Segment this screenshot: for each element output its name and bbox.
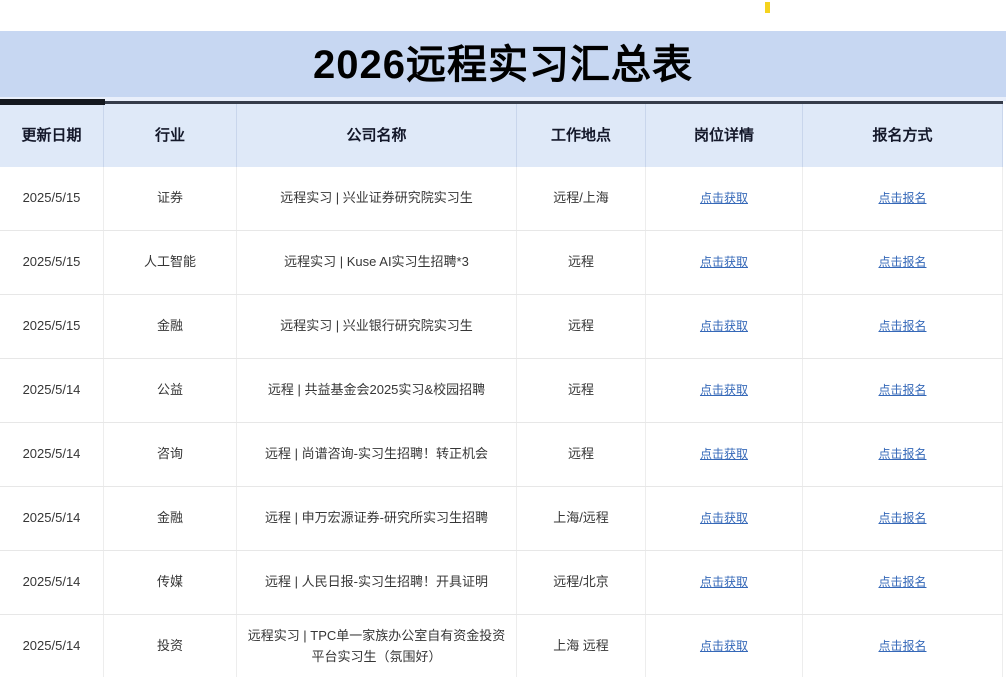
column-header-apply: 报名方式 (803, 104, 1003, 167)
first-column-accent-border (0, 99, 105, 105)
table-row: 2025/5/15 金融 远程实习 | 兴业银行研究院实习生 远程 点击获取 点… (0, 295, 1003, 359)
cell-company: 远程实习 | 兴业证券研究院实习生 (237, 167, 517, 230)
detail-link[interactable]: 点击获取 (700, 445, 748, 464)
cell-industry: 金融 (104, 295, 237, 358)
page-title: 2026远程实习汇总表 (313, 43, 693, 85)
apply-link[interactable]: 点击报名 (878, 573, 926, 592)
apply-link[interactable]: 点击报名 (878, 445, 926, 464)
cell-date: 2025/5/15 (0, 167, 104, 230)
cell-industry: 证券 (104, 167, 237, 230)
apply-link[interactable]: 点击报名 (878, 381, 926, 400)
apply-link[interactable]: 点击报名 (878, 317, 926, 336)
column-header-update-date: 更新日期 (0, 104, 104, 167)
apply-link[interactable]: 点击报名 (878, 509, 926, 528)
column-header-industry: 行业 (104, 104, 237, 167)
table-row: 2025/5/14 传媒 远程 | 人民日报-实习生招聘！开具证明 远程/北京 … (0, 551, 1003, 615)
table-row: 2025/5/15 证券 远程实习 | 兴业证券研究院实习生 远程/上海 点击获… (0, 167, 1003, 231)
detail-link[interactable]: 点击获取 (700, 637, 748, 656)
table-row: 2025/5/14 咨询 远程 | 尚谱咨询-实习生招聘！转正机会 远程 点击获… (0, 423, 1003, 487)
cell-company: 远程 | 尚谱咨询-实习生招聘！转正机会 (237, 423, 517, 486)
table-header-row: 更新日期 行业 公司名称 工作地点 岗位详情 报名方式 (0, 104, 1003, 167)
cell-location: 上海 远程 (517, 615, 646, 677)
detail-link[interactable]: 点击获取 (700, 253, 748, 272)
table-row: 2025/5/14 公益 远程 | 共益基金会2025实习&校园招聘 远程 点击… (0, 359, 1003, 423)
detail-link[interactable]: 点击获取 (700, 573, 748, 592)
cell-location: 远程 (517, 295, 646, 358)
cell-date: 2025/5/15 (0, 295, 104, 358)
cell-industry: 投资 (104, 615, 237, 677)
cell-date: 2025/5/14 (0, 615, 104, 677)
detail-link[interactable]: 点击获取 (700, 509, 748, 528)
cell-location: 远程/北京 (517, 551, 646, 614)
cell-industry: 公益 (104, 359, 237, 422)
table-row: 2025/5/15 人工智能 远程实习 | Kuse AI实习生招聘*3 远程 … (0, 231, 1003, 295)
column-header-company: 公司名称 (237, 104, 517, 167)
cell-industry: 人工智能 (104, 231, 237, 294)
cell-date: 2025/5/14 (0, 359, 104, 422)
yellow-tick-mark (765, 2, 770, 13)
cell-industry: 咨询 (104, 423, 237, 486)
cell-location: 远程 (517, 423, 646, 486)
apply-link[interactable]: 点击报名 (878, 253, 926, 272)
cell-company: 远程 | 共益基金会2025实习&校园招聘 (237, 359, 517, 422)
cell-location: 远程 (517, 359, 646, 422)
cell-company: 远程实习 | 兴业银行研究院实习生 (237, 295, 517, 358)
cell-date: 2025/5/14 (0, 423, 104, 486)
top-white-strip (0, 0, 1006, 31)
internship-table: 更新日期 行业 公司名称 工作地点 岗位详情 报名方式 2025/5/15 证券… (0, 101, 1003, 677)
apply-link[interactable]: 点击报名 (878, 189, 926, 208)
cell-date: 2025/5/15 (0, 231, 104, 294)
cell-company: 远程 | 申万宏源证券-研究所实习生招聘 (237, 487, 517, 550)
detail-link[interactable]: 点击获取 (700, 189, 748, 208)
column-header-location: 工作地点 (517, 104, 646, 167)
apply-link[interactable]: 点击报名 (878, 637, 926, 656)
detail-link[interactable]: 点击获取 (700, 317, 748, 336)
detail-link[interactable]: 点击获取 (700, 381, 748, 400)
cell-location: 远程 (517, 231, 646, 294)
cell-date: 2025/5/14 (0, 487, 104, 550)
cell-location: 远程/上海 (517, 167, 646, 230)
cell-company: 远程 | 人民日报-实习生招聘！开具证明 (237, 551, 517, 614)
cell-industry: 传媒 (104, 551, 237, 614)
title-banner: 2026远程实习汇总表 (0, 31, 1006, 97)
cell-location: 上海/远程 (517, 487, 646, 550)
cell-industry: 金融 (104, 487, 237, 550)
table-row: 2025/5/14 投资 远程实习 | TPC单一家族办公室自有资金投资平台实习… (0, 615, 1003, 677)
table-row: 2025/5/14 金融 远程 | 申万宏源证券-研究所实习生招聘 上海/远程 … (0, 487, 1003, 551)
cell-company: 远程实习 | Kuse AI实习生招聘*3 (237, 231, 517, 294)
column-header-detail: 岗位详情 (646, 104, 803, 167)
cell-company: 远程实习 | TPC单一家族办公室自有资金投资平台实习生（氛围好） (237, 615, 517, 677)
cell-date: 2025/5/14 (0, 551, 104, 614)
